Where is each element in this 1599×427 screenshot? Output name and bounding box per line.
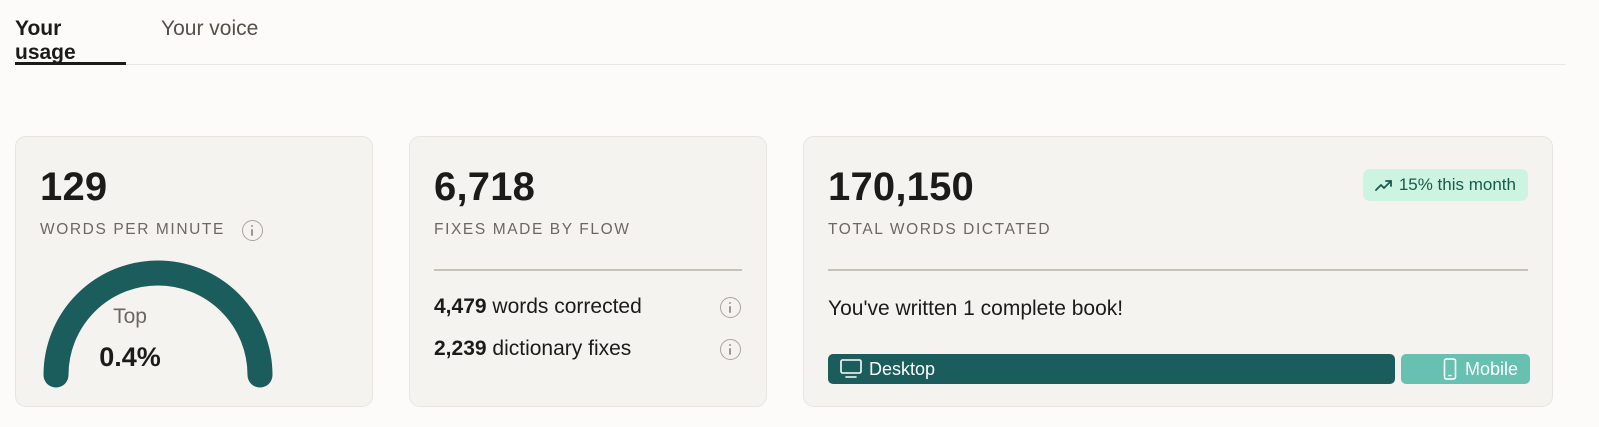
info-icon[interactable]	[720, 339, 741, 360]
mobile-bar: Mobile	[1401, 354, 1530, 384]
fixes-value: 6,718	[434, 165, 536, 209]
fix-count: 2,239	[434, 337, 487, 360]
info-icon[interactable]	[242, 220, 263, 241]
fix-row-dictionary-fixes: 2,239 dictionary fixes	[434, 337, 742, 361]
wpm-gauge	[43, 260, 273, 388]
total-words-label: TOTAL WORDS DICTATED	[828, 221, 1052, 238]
usage-tabs: Your usage Your voice	[15, 0, 1566, 65]
fix-row-words-corrected: 4,479 words corrected	[434, 295, 742, 319]
tab-your-voice[interactable]: Your voice	[161, 17, 258, 65]
fixes-card: 6,718 FIXES MADE BY FLOW 4,479 words cor…	[409, 136, 767, 407]
mobile-label: Mobile	[1464, 358, 1518, 379]
fix-text: dictionary fixes	[492, 337, 632, 360]
fix-text: words corrected	[492, 295, 642, 318]
wpm-value: 129	[40, 165, 108, 209]
fixes-label: FIXES MADE BY FLOW	[434, 221, 631, 238]
fix-count: 4,479	[434, 295, 487, 318]
desktop-bar: Desktop	[828, 354, 1395, 384]
fixes-divider	[434, 269, 742, 271]
total-words-divider	[828, 269, 1528, 271]
total-words-value: 170,150	[828, 165, 974, 209]
info-icon[interactable]	[720, 297, 741, 318]
gauge-value: 0.4%	[99, 342, 161, 372]
wpm-card: 129 WORDS PER MINUTE Top 0.4%	[15, 136, 373, 407]
tab-your-usage[interactable]: Your usage	[15, 17, 126, 65]
trending-up-icon	[1374, 180, 1392, 191]
desktop-icon	[840, 359, 862, 378]
wpm-label: WORDS PER MINUTE	[40, 221, 225, 238]
trend-text: 15% this month	[1398, 175, 1516, 194]
trend-badge: 15% this month	[1362, 169, 1528, 201]
book-milestone-text: You've written 1 complete book!	[828, 297, 1124, 320]
mobile-icon	[1443, 358, 1457, 380]
total-words-card: 170,150 15% this month TOTAL WORDS DICTA…	[803, 136, 1553, 407]
gauge-caption: Top	[113, 305, 147, 328]
desktop-label: Desktop	[869, 358, 936, 379]
